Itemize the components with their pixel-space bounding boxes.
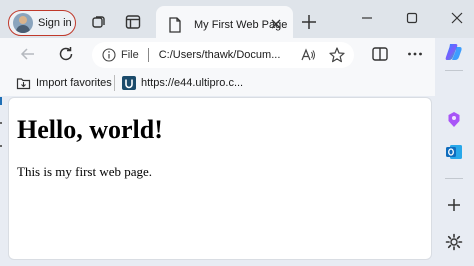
favorite-label: https://e44.ultipro.c... bbox=[141, 77, 244, 89]
close-tab-icon[interactable] bbox=[269, 17, 283, 31]
sign-in-button[interactable]: Sign in bbox=[8, 10, 76, 36]
address-bar[interactable]: File C:/Users/thawk/Docum... bbox=[92, 42, 354, 68]
refresh-icon[interactable] bbox=[56, 44, 76, 64]
page-heading: Hello, world! bbox=[17, 115, 163, 144]
edge-sidebar bbox=[435, 38, 474, 266]
info-icon[interactable] bbox=[102, 48, 116, 62]
settings-icon[interactable] bbox=[444, 232, 464, 252]
more-options-icon[interactable] bbox=[405, 44, 425, 64]
outlook-icon[interactable] bbox=[444, 142, 464, 162]
ultipro-icon bbox=[122, 76, 136, 90]
scheme-label: File bbox=[121, 49, 139, 61]
vertical-tabs-icon[interactable] bbox=[124, 13, 142, 31]
avatar bbox=[13, 13, 33, 33]
navigation-toolbar: File C:/Users/thawk/Docum... bbox=[0, 38, 474, 70]
favorite-import[interactable]: Import favorites bbox=[16, 73, 112, 93]
minimize-icon[interactable] bbox=[357, 9, 377, 27]
sidebar-divider bbox=[445, 70, 463, 71]
favorite-ultipro[interactable]: https://e44.ultipro.c... bbox=[122, 73, 243, 93]
address-separator bbox=[147, 48, 149, 62]
sign-in-label: Sign in bbox=[38, 17, 72, 29]
document-icon bbox=[169, 17, 181, 33]
page-paragraph: This is my first web page. bbox=[17, 164, 153, 179]
favorite-star-icon[interactable] bbox=[328, 46, 346, 64]
read-aloud-icon[interactable] bbox=[300, 47, 316, 63]
favorites-bar: Import favorites https://e44.ultipro.c..… bbox=[0, 70, 440, 96]
workspaces-icon[interactable] bbox=[90, 13, 108, 31]
add-icon[interactable] bbox=[444, 195, 464, 215]
split-screen-icon[interactable] bbox=[370, 44, 390, 64]
favorite-label: Import favorites bbox=[36, 77, 112, 89]
background-window-edge bbox=[0, 97, 2, 147]
copilot-icon[interactable] bbox=[444, 42, 464, 62]
shopping-icon[interactable] bbox=[444, 110, 464, 130]
new-tab-icon[interactable] bbox=[300, 13, 318, 31]
sidebar-divider bbox=[445, 178, 463, 179]
url-text[interactable]: C:/Users/thawk/Docum... bbox=[159, 49, 281, 61]
favorites-separator bbox=[114, 75, 115, 91]
import-favorites-icon bbox=[16, 78, 31, 90]
close-window-icon[interactable] bbox=[447, 9, 467, 27]
web-page-viewport[interactable]: Hello, world! This is my first web page. bbox=[8, 97, 432, 260]
back-icon[interactable] bbox=[18, 44, 38, 64]
maximize-icon[interactable] bbox=[402, 9, 422, 27]
